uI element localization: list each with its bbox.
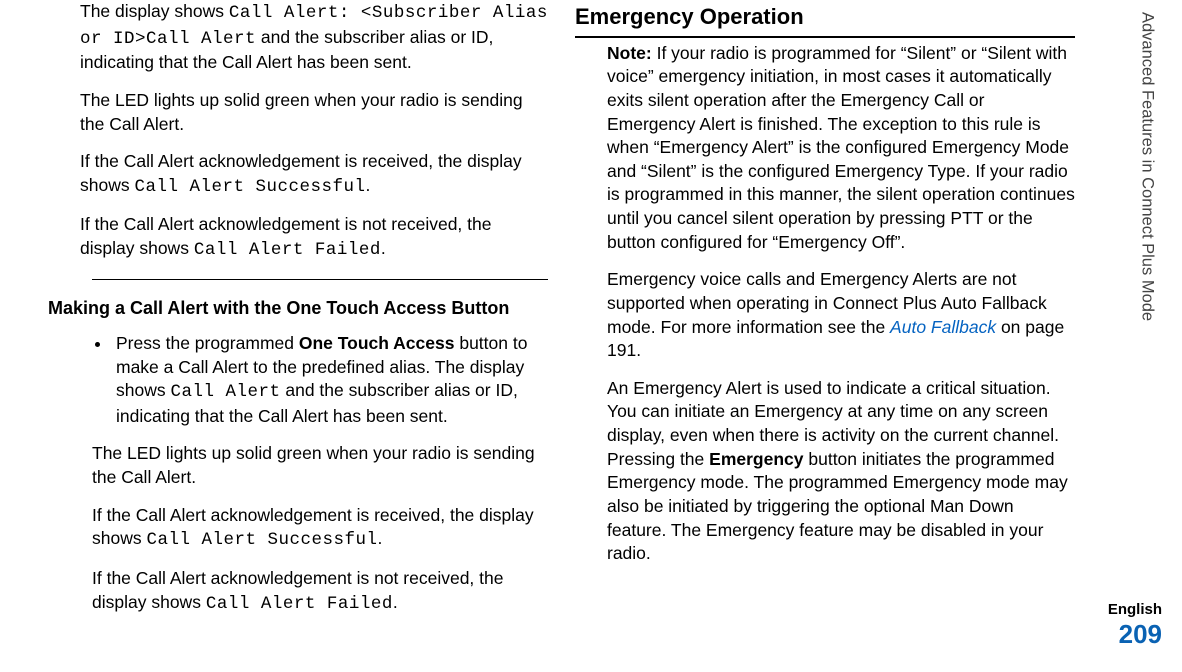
para-led: The LED lights up solid green when your …	[80, 89, 548, 136]
note-label: Note:	[607, 43, 652, 63]
sidebar-chapter-title: Advanced Features in Connect Plus Mode	[1136, 12, 1158, 520]
text: .	[366, 175, 371, 195]
para-ack-not-received: If the Call Alert acknowledgement is not…	[80, 213, 548, 262]
text: .	[393, 592, 398, 612]
page-number: 209	[1119, 619, 1162, 650]
para-ack-received: If the Call Alert acknowledgement is rec…	[80, 150, 548, 199]
para-led-2: The LED lights up solid green when your …	[92, 442, 548, 489]
link-auto-fallback[interactable]: Auto Fallback	[890, 317, 996, 337]
subheading-one-touch: Making a Call Alert with the One Touch A…	[48, 296, 548, 320]
code-text: Call Alert	[170, 382, 280, 402]
para-note: Note: If your radio is programmed for “S…	[607, 42, 1075, 255]
para-fallback: Emergency voice calls and Emergency Aler…	[607, 268, 1075, 363]
code-text: Call Alert Failed	[206, 594, 393, 614]
right-column: Emergency Operation Note: If your radio …	[575, 0, 1075, 580]
bold-text: One Touch Access	[299, 333, 455, 353]
document-page: The display shows Call Alert: <Subscribe…	[0, 0, 1182, 672]
left-column: The display shows Call Alert: <Subscribe…	[48, 0, 548, 630]
bullet-list: Press the programmed One Touch Access bu…	[48, 332, 548, 429]
text: The display shows	[80, 1, 229, 21]
divider	[92, 279, 548, 280]
text: Press the programmed	[116, 333, 299, 353]
language-label: English	[1108, 601, 1162, 618]
code-text: Call Alert Successful	[134, 177, 365, 197]
list-item: Press the programmed One Touch Access bu…	[112, 332, 548, 429]
text: .	[378, 528, 383, 548]
code-text: Call Alert Failed	[194, 240, 381, 260]
section-heading-emergency: Emergency Operation	[575, 2, 1075, 38]
para-ack-received-2: If the Call Alert acknowledgement is rec…	[92, 504, 548, 553]
para-display-shows: The display shows Call Alert: <Subscribe…	[80, 0, 548, 75]
code-text: Call Alert Successful	[146, 530, 377, 550]
para-emergency-alert: An Emergency Alert is used to indicate a…	[607, 377, 1075, 566]
text: .	[381, 238, 386, 258]
bold-text: Emergency	[709, 449, 803, 469]
para-ack-not-received-2: If the Call Alert acknowledgement is not…	[92, 567, 548, 616]
text: If your radio is programmed for “Silent”…	[607, 43, 1075, 252]
